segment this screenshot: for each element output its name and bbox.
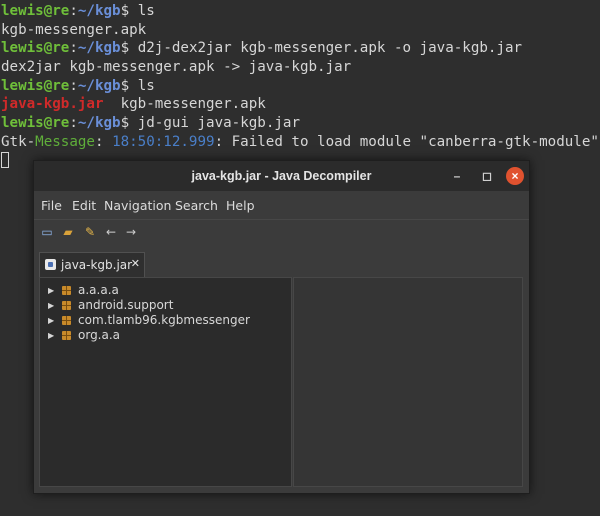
package-icon [62, 301, 71, 310]
tree-item-label: com.tlamb96.kgbmessenger [78, 313, 250, 327]
output-text: kgb-messenger.apk [1, 21, 147, 38]
prompt-user: lewis@re [1, 77, 70, 94]
tab-bar: java-kgb.jar ✕ [34, 245, 529, 277]
expand-arrow-icon[interactable]: ▶ [48, 328, 54, 343]
gtk-message-word: Message [35, 133, 95, 150]
jar-file-name: java-kgb.jar [1, 96, 104, 113]
tab-close-icon[interactable]: ✕ [131, 257, 140, 270]
prompt-end: $ [120, 40, 138, 57]
command-text: d2j-dex2jar kgb-messenger.apk -o java-kg… [137, 40, 523, 57]
menu-edit[interactable]: Edit [72, 198, 96, 213]
prompt-sep: : [69, 3, 78, 19]
expand-arrow-icon[interactable]: ▶ [48, 313, 54, 328]
tree-item-label: android.support [78, 298, 174, 312]
gtk-timestamp: 18:50:12.999 [112, 133, 215, 150]
package-icon [62, 316, 71, 325]
prompt-path: ~/kgb [77, 115, 121, 132]
tree-item-com-tlamb96-kgbmessenger[interactable]: ▶ com.tlamb96.kgbmessenger [40, 313, 290, 328]
term-line-1: lewis@re:~/kgb$ ls [1, 2, 600, 21]
gtk-prefix: Gtk- [1, 133, 36, 150]
back-arrow-icon[interactable]: ← [103, 224, 119, 240]
menu-file[interactable]: File [41, 198, 62, 213]
prompt-user: lewis@re [1, 3, 70, 19]
package-icon [62, 331, 71, 340]
gtk-message-text: : Failed to load module "canberra-gtk-mo… [214, 133, 599, 150]
prompt-end: $ [120, 77, 138, 94]
prompt-sep: : [69, 40, 78, 57]
prompt-sep: : [69, 115, 78, 132]
tree-item-android-support[interactable]: ▶ android.support [40, 298, 290, 313]
menu-search[interactable]: Search [175, 198, 218, 213]
tree-item-label: a.a.a.a [78, 283, 119, 297]
source-view-pane[interactable] [293, 277, 523, 487]
open-folder-icon[interactable]: ▰ [60, 224, 76, 240]
prompt-user: lewis@re [1, 40, 70, 57]
toolbar: ▭ ▰ ✎ ← → [34, 219, 529, 246]
prompt-end: $ [120, 3, 138, 19]
maximize-button[interactable]: ◻ [478, 167, 496, 185]
open-file-icon[interactable]: ▭ [39, 224, 55, 240]
prompt-user: lewis@re [1, 115, 70, 132]
term-line-5: lewis@re:~/kgb$ ls [1, 77, 600, 96]
apk-file-name: kgb-messenger.apk [103, 96, 266, 113]
window-titlebar[interactable]: java-kgb.jar - Java Decompiler – ◻ × [34, 161, 529, 191]
menu-navigation[interactable]: Navigation [104, 198, 171, 213]
command-text: ls [137, 77, 155, 94]
expand-arrow-icon[interactable]: ▶ [48, 298, 54, 313]
tab-java-kgb-jar[interactable]: java-kgb.jar ✕ [39, 252, 145, 277]
term-line-2: kgb-messenger.apk [1, 21, 600, 40]
prompt-end: $ [120, 115, 138, 132]
package-icon [62, 286, 71, 295]
prompt-path: ~/kgb [77, 77, 121, 94]
output-text: dex2jar kgb-messenger.apk -> java-kgb.ja… [1, 59, 352, 76]
tree-item-a-a-a-a[interactable]: ▶ a.a.a.a [40, 283, 290, 298]
tree-item-label: org.a.a [78, 328, 121, 342]
term-line-6: java-kgb.jar kgb-messenger.apk [1, 95, 600, 114]
expand-arrow-icon[interactable]: ▶ [48, 283, 54, 298]
menu-help[interactable]: Help [226, 198, 255, 213]
jar-file-icon [45, 259, 56, 270]
close-button[interactable]: × [506, 167, 524, 185]
term-line-8: Gtk-Message: 18:50:12.999: Failed to loa… [1, 133, 600, 152]
command-text: jd-gui java-kgb.jar [137, 115, 300, 132]
gtk-sep: : [94, 133, 113, 150]
forward-arrow-icon[interactable]: → [123, 224, 139, 240]
package-tree-pane[interactable]: ▶ a.a.a.a ▶ android.support ▶ com.tlamb9… [39, 277, 292, 487]
term-line-3: lewis@re:~/kgb$ d2j-dex2jar kgb-messenge… [1, 39, 600, 58]
minimize-button[interactable]: – [448, 167, 466, 185]
edit-icon[interactable]: ✎ [82, 224, 98, 240]
term-line-4: dex2jar kgb-messenger.apk -> java-kgb.ja… [1, 58, 600, 77]
menu-bar: File Edit Navigation Search Help [34, 191, 529, 219]
tab-label: java-kgb.jar [61, 258, 133, 272]
term-line-7: lewis@re:~/kgb$ jd-gui java-kgb.jar [1, 114, 600, 133]
terminal-cursor [1, 151, 9, 168]
command-text: ls [137, 3, 155, 19]
prompt-path: ~/kgb [77, 3, 121, 19]
tree-item-org-a-a[interactable]: ▶ org.a.a [40, 328, 290, 343]
java-decompiler-window: java-kgb.jar - Java Decompiler – ◻ × Fil… [33, 160, 530, 494]
prompt-sep: : [69, 77, 78, 94]
prompt-path: ~/kgb [77, 40, 121, 57]
